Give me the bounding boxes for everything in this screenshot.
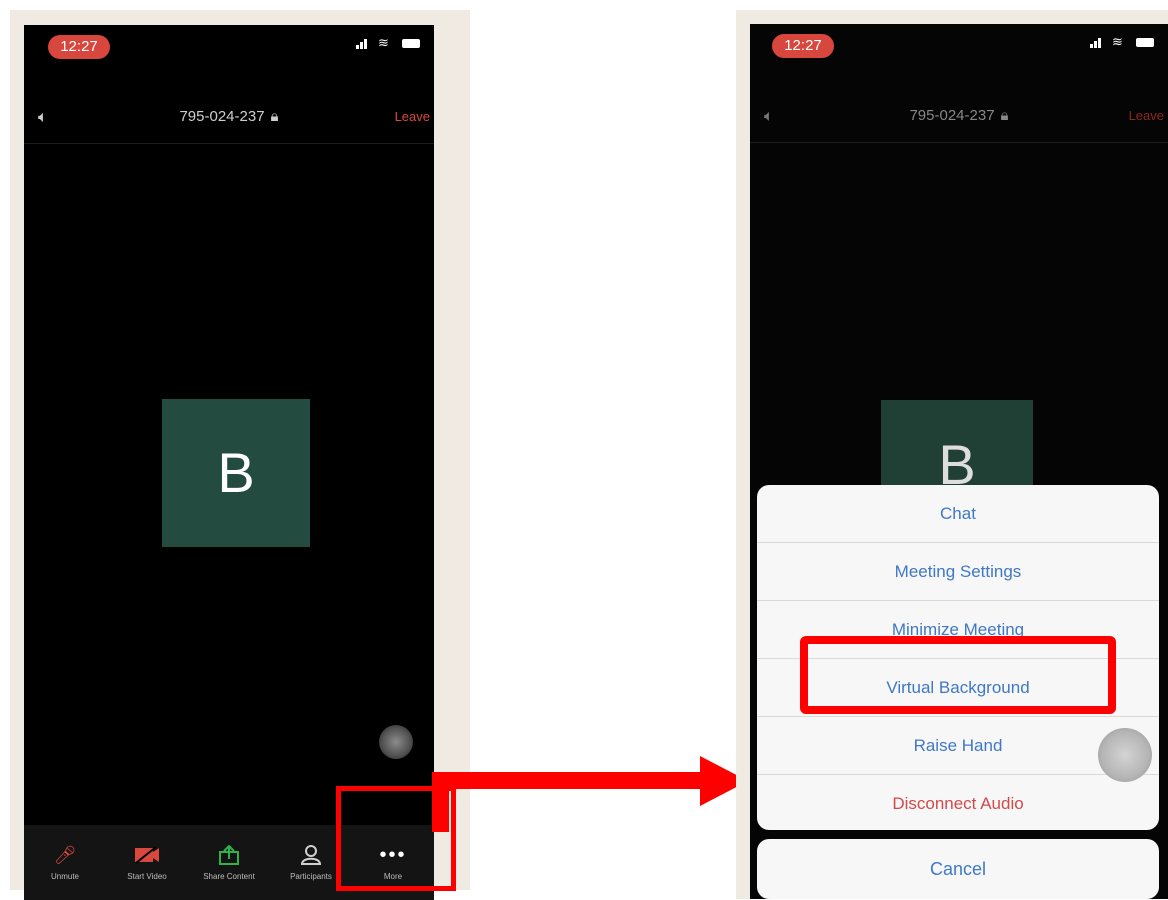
battery-icon xyxy=(1136,37,1154,47)
assistive-touch-button-right[interactable] xyxy=(1098,728,1152,782)
menu-item-chat[interactable]: Chat xyxy=(757,485,1159,543)
arrow-shaft xyxy=(432,772,715,789)
status-bar-right: 12:27 ≋ xyxy=(750,24,1168,74)
mic-muted-icon: 🎤︎ xyxy=(53,844,77,865)
share-content-button[interactable]: Share Content xyxy=(188,825,270,900)
start-video-button[interactable]: Start Video xyxy=(106,825,188,900)
menu-item-disconnect-audio[interactable]: Disconnect Audio xyxy=(757,775,1159,830)
left-phone-screen: 12:27 ≋ 🔈︎ 795-024-237 🔒︎ Leave B 🎤︎ Unmu… xyxy=(24,25,434,900)
signal-icon xyxy=(356,37,370,49)
meeting-id-right: 795-024-237 🔒︎ xyxy=(750,107,1168,124)
leave-button-right[interactable]: Leave xyxy=(1129,108,1164,123)
meeting-id-text: 795-024-237 xyxy=(909,107,995,124)
meeting-id: 795-024-237 🔒︎ xyxy=(24,108,434,125)
meeting-id-text: 795-024-237 xyxy=(179,108,265,125)
start-video-label: Start Video xyxy=(127,872,167,881)
participants-icon xyxy=(298,844,324,866)
status-bar: 12:27 ≋ xyxy=(24,25,434,75)
menu-item-meeting-settings[interactable]: Meeting Settings xyxy=(757,543,1159,601)
participant-avatar: B xyxy=(162,399,310,547)
status-icons-right: ≋ xyxy=(1090,34,1154,49)
right-phone-frame: 12:27 ≋ 🔈︎ 795-024-237 🔒︎ Leave B Chat Me… xyxy=(736,10,1168,899)
leave-button[interactable]: Leave xyxy=(395,109,430,124)
lock-icon: 🔒︎ xyxy=(1000,107,1009,124)
right-phone-screen: 12:27 ≋ 🔈︎ 795-024-237 🔒︎ Leave B Chat Me… xyxy=(750,24,1168,899)
status-icons: ≋ xyxy=(356,35,420,50)
wifi-icon: ≋ xyxy=(378,35,389,50)
signal-icon xyxy=(1090,36,1104,48)
wifi-icon: ≋ xyxy=(1112,34,1123,49)
share-icon xyxy=(216,844,242,866)
cancel-button[interactable]: Cancel xyxy=(757,839,1159,899)
share-content-label: Share Content xyxy=(203,872,255,881)
meeting-header: 🔈︎ 795-024-237 🔒︎ Leave xyxy=(24,91,434,144)
left-phone-frame: 12:27 ≋ 🔈︎ 795-024-237 🔒︎ Leave B 🎤︎ Unmu… xyxy=(10,10,470,900)
meeting-header-right: 🔈︎ 795-024-237 🔒︎ Leave xyxy=(750,90,1168,143)
lock-icon: 🔒︎ xyxy=(270,108,279,125)
assistive-touch-button[interactable] xyxy=(379,725,413,759)
status-time-right: 12:27 xyxy=(772,34,834,58)
status-time: 12:27 xyxy=(48,35,110,59)
video-off-icon xyxy=(134,844,160,866)
unmute-button[interactable]: 🎤︎ Unmute xyxy=(24,825,106,900)
virtual-background-highlight-box xyxy=(800,636,1116,714)
participants-label: Participants xyxy=(290,872,332,881)
unmute-label: Unmute xyxy=(50,872,79,881)
battery-icon xyxy=(402,38,420,48)
